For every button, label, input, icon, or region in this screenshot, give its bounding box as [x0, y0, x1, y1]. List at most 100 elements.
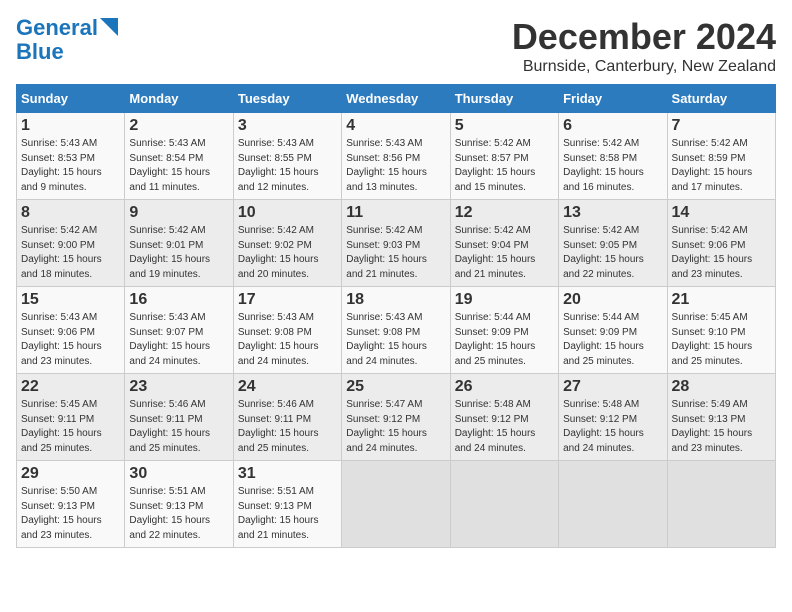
- day-number: 8: [21, 204, 120, 222]
- day-detail: Sunrise: 5:42 AM Sunset: 8:58 PM Dayligh…: [563, 137, 662, 195]
- calendar-cell: [667, 461, 775, 548]
- day-number: 26: [455, 378, 554, 396]
- weekday-header-monday: Monday: [125, 85, 233, 113]
- calendar-cell: 7 Sunrise: 5:42 AM Sunset: 8:59 PM Daylig…: [667, 113, 775, 200]
- page-subtitle: Burnside, Canterbury, New Zealand: [512, 58, 776, 76]
- day-number: 28: [672, 378, 771, 396]
- calendar-cell: [450, 461, 558, 548]
- day-detail: Sunrise: 5:48 AM Sunset: 9:12 PM Dayligh…: [455, 398, 554, 456]
- day-detail: Sunrise: 5:42 AM Sunset: 9:02 PM Dayligh…: [238, 224, 337, 282]
- calendar-cell: 13Sunrise: 5:42 AM Sunset: 9:05 PM Dayli…: [559, 200, 667, 287]
- calendar-cell: 26 Sunrise: 5:48 AM Sunset: 9:12 PM Dayli…: [450, 374, 558, 461]
- day-number: 18: [346, 291, 445, 309]
- calendar-cell: 27Sunrise: 5:48 AM Sunset: 9:12 PM Dayli…: [559, 374, 667, 461]
- day-number: 19: [455, 291, 554, 309]
- day-detail: Sunrise: 5:45 AM Sunset: 9:10 PM Dayligh…: [672, 311, 771, 369]
- day-detail: Sunrise: 5:50 AM Sunset: 9:13 PM Dayligh…: [21, 485, 120, 543]
- calendar-cell: 8 Sunrise: 5:42 AM Sunset: 9:00 PM Daylig…: [17, 200, 125, 287]
- logo-arrow-icon: [100, 18, 118, 36]
- day-number: 16: [129, 291, 228, 309]
- day-number: 27: [563, 378, 662, 396]
- day-number: 3: [238, 117, 337, 135]
- day-number: 17: [238, 291, 337, 309]
- calendar-week-row: 29 Sunrise: 5:50 AM Sunset: 9:13 PM Dayli…: [17, 461, 776, 548]
- day-number: 10: [238, 204, 337, 222]
- calendar-cell: [342, 461, 450, 548]
- calendar-week-row: 1 Sunrise: 5:43 AM Sunset: 8:53 PM Daylig…: [17, 113, 776, 200]
- day-number: 31: [238, 465, 337, 483]
- day-number: 11: [346, 204, 445, 222]
- calendar-table: SundayMondayTuesdayWednesdayThursdayFrid…: [16, 84, 776, 548]
- day-detail: Sunrise: 5:42 AM Sunset: 8:57 PM Dayligh…: [455, 137, 554, 195]
- weekday-header-saturday: Saturday: [667, 85, 775, 113]
- day-number: 2: [129, 117, 228, 135]
- calendar-cell: 21 Sunrise: 5:45 AM Sunset: 9:10 PM Dayli…: [667, 287, 775, 374]
- day-number: 12: [455, 204, 554, 222]
- calendar-cell: 17Sunrise: 5:43 AM Sunset: 9:08 PM Dayli…: [233, 287, 341, 374]
- calendar-cell: 14Sunrise: 5:42 AM Sunset: 9:06 PM Dayli…: [667, 200, 775, 287]
- day-detail: Sunrise: 5:42 AM Sunset: 9:00 PM Dayligh…: [21, 224, 120, 282]
- day-number: 9: [129, 204, 228, 222]
- day-detail: Sunrise: 5:44 AM Sunset: 9:09 PM Dayligh…: [455, 311, 554, 369]
- day-number: 29: [21, 465, 120, 483]
- calendar-cell: 18 Sunrise: 5:43 AM Sunset: 9:08 PM Dayli…: [342, 287, 450, 374]
- day-detail: Sunrise: 5:42 AM Sunset: 9:03 PM Dayligh…: [346, 224, 445, 282]
- calendar-cell: 3 Sunrise: 5:43 AM Sunset: 8:55 PM Daylig…: [233, 113, 341, 200]
- day-detail: Sunrise: 5:44 AM Sunset: 9:09 PM Dayligh…: [563, 311, 662, 369]
- day-number: 5: [455, 117, 554, 135]
- day-detail: Sunrise: 5:43 AM Sunset: 9:08 PM Dayligh…: [346, 311, 445, 369]
- day-number: 23: [129, 378, 228, 396]
- day-number: 21: [672, 291, 771, 309]
- calendar-cell: 31 Sunrise: 5:51 AM Sunset: 9:13 PM Dayli…: [233, 461, 341, 548]
- day-detail: Sunrise: 5:42 AM Sunset: 8:59 PM Dayligh…: [672, 137, 771, 195]
- day-detail: Sunrise: 5:51 AM Sunset: 9:13 PM Dayligh…: [129, 485, 228, 543]
- day-number: 4: [346, 117, 445, 135]
- day-number: 22: [21, 378, 120, 396]
- day-detail: Sunrise: 5:42 AM Sunset: 9:01 PM Dayligh…: [129, 224, 228, 282]
- weekday-header-tuesday: Tuesday: [233, 85, 341, 113]
- day-detail: Sunrise: 5:47 AM Sunset: 9:12 PM Dayligh…: [346, 398, 445, 456]
- calendar-cell: 29 Sunrise: 5:50 AM Sunset: 9:13 PM Dayli…: [17, 461, 125, 548]
- calendar-cell: 15 Sunrise: 5:43 AM Sunset: 9:06 PM Dayli…: [17, 287, 125, 374]
- calendar-cell: 9 Sunrise: 5:42 AM Sunset: 9:01 PM Daylig…: [125, 200, 233, 287]
- calendar-cell: 28Sunrise: 5:49 AM Sunset: 9:13 PM Dayli…: [667, 374, 775, 461]
- day-detail: Sunrise: 5:43 AM Sunset: 8:53 PM Dayligh…: [21, 137, 120, 195]
- day-number: 7: [672, 117, 771, 135]
- calendar-cell: 11 Sunrise: 5:42 AM Sunset: 9:03 PM Dayli…: [342, 200, 450, 287]
- calendar-cell: 5 Sunrise: 5:42 AM Sunset: 8:57 PM Daylig…: [450, 113, 558, 200]
- calendar-cell: 19 Sunrise: 5:44 AM Sunset: 9:09 PM Dayli…: [450, 287, 558, 374]
- day-number: 6: [563, 117, 662, 135]
- day-number: 1: [21, 117, 120, 135]
- calendar-cell: 12 Sunrise: 5:42 AM Sunset: 9:04 PM Dayli…: [450, 200, 558, 287]
- calendar-cell: 2Sunrise: 5:43 AM Sunset: 8:54 PM Daylig…: [125, 113, 233, 200]
- page-title: December 2024: [512, 16, 776, 58]
- page-header: General Blue December 2024 Burnside, Can…: [16, 16, 776, 76]
- calendar-cell: 4Sunrise: 5:43 AM Sunset: 8:56 PM Daylig…: [342, 113, 450, 200]
- day-detail: Sunrise: 5:42 AM Sunset: 9:06 PM Dayligh…: [672, 224, 771, 282]
- day-detail: Sunrise: 5:46 AM Sunset: 9:11 PM Dayligh…: [129, 398, 228, 456]
- day-detail: Sunrise: 5:43 AM Sunset: 9:06 PM Dayligh…: [21, 311, 120, 369]
- title-block: December 2024 Burnside, Canterbury, New …: [512, 16, 776, 76]
- calendar-cell: 6 Sunrise: 5:42 AM Sunset: 8:58 PM Daylig…: [559, 113, 667, 200]
- calendar-week-row: 22 Sunrise: 5:45 AM Sunset: 9:11 PM Dayli…: [17, 374, 776, 461]
- day-detail: Sunrise: 5:46 AM Sunset: 9:11 PM Dayligh…: [238, 398, 337, 456]
- calendar-cell: 16Sunrise: 5:43 AM Sunset: 9:07 PM Dayli…: [125, 287, 233, 374]
- weekday-header-wednesday: Wednesday: [342, 85, 450, 113]
- logo-blue-text: Blue: [16, 40, 64, 64]
- day-detail: Sunrise: 5:42 AM Sunset: 9:04 PM Dayligh…: [455, 224, 554, 282]
- day-number: 13: [563, 204, 662, 222]
- weekday-header-row: SundayMondayTuesdayWednesdayThursdayFrid…: [17, 85, 776, 113]
- day-number: 15: [21, 291, 120, 309]
- calendar-cell: [559, 461, 667, 548]
- calendar-cell: 1 Sunrise: 5:43 AM Sunset: 8:53 PM Daylig…: [17, 113, 125, 200]
- logo-text: General: [16, 16, 98, 40]
- day-number: 25: [346, 378, 445, 396]
- calendar-cell: 24 Sunrise: 5:46 AM Sunset: 9:11 PM Dayli…: [233, 374, 341, 461]
- logo: General Blue: [16, 16, 118, 64]
- day-number: 30: [129, 465, 228, 483]
- day-detail: Sunrise: 5:43 AM Sunset: 8:55 PM Dayligh…: [238, 137, 337, 195]
- day-number: 24: [238, 378, 337, 396]
- weekday-header-thursday: Thursday: [450, 85, 558, 113]
- day-detail: Sunrise: 5:45 AM Sunset: 9:11 PM Dayligh…: [21, 398, 120, 456]
- day-detail: Sunrise: 5:51 AM Sunset: 9:13 PM Dayligh…: [238, 485, 337, 543]
